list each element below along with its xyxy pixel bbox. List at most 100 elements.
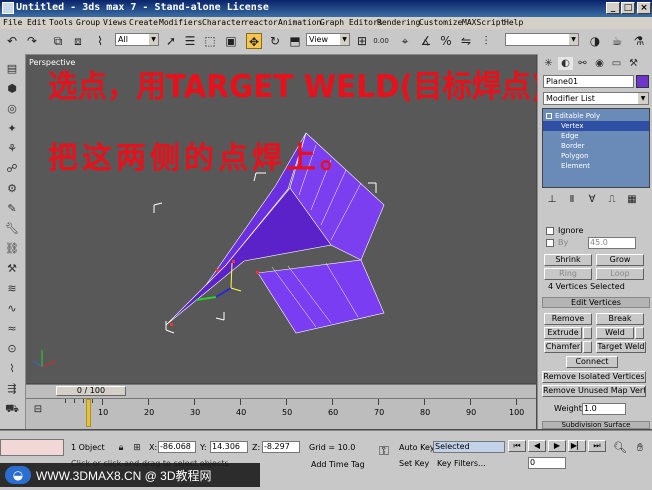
edit-vertices-rollout[interactable]: Edit Vertices: [542, 297, 650, 308]
pan-icon[interactable]: ✋︎: [632, 440, 648, 456]
subdivision-surface-rollout[interactable]: Subdivision Surface: [542, 421, 650, 429]
brush-icon[interactable]: ✎: [5, 202, 19, 216]
next-frame-button[interactable]: ▶▏: [568, 440, 586, 452]
menu-help[interactable]: Help: [504, 18, 523, 27]
ring-button[interactable]: Ring: [544, 268, 592, 280]
light-icon[interactable]: ✦: [5, 122, 19, 136]
maximize-button[interactable]: □: [621, 2, 635, 14]
maxscript-listener[interactable]: [0, 439, 64, 456]
stack-item-vertex[interactable]: Vertex: [543, 121, 649, 131]
menu-reactor[interactable]: reactor: [244, 18, 278, 27]
target-weld-button[interactable]: Target Weld: [596, 341, 646, 353]
modifier-icon[interactable]: ⚙: [5, 182, 19, 196]
ignore-backfacing-checkbox[interactable]: [546, 227, 554, 235]
connect-button[interactable]: Connect: [566, 356, 618, 368]
track-bar[interactable]: ⊟ 10 20 30 40 50 60 70 80 90 100: [26, 398, 536, 429]
menu-modifiers[interactable]: Modifiers: [159, 18, 202, 27]
auto-key-button[interactable]: Auto Key: [399, 443, 435, 452]
mirror-icon[interactable]: ⇋: [458, 33, 474, 49]
display-tab-icon[interactable]: ▭: [609, 57, 624, 70]
menu-tools[interactable]: Tools: [49, 18, 73, 27]
menu-maxscript[interactable]: MAXScript: [462, 18, 505, 27]
spinner-snap-icon[interactable]: 0.00: [373, 33, 389, 49]
key-filters-button[interactable]: Key Filters...: [437, 459, 486, 468]
selection-filter-dropdown[interactable]: All ▼: [115, 33, 159, 46]
prev-frame-button[interactable]: ◀: [528, 440, 546, 452]
display-icon[interactable]: ▤: [5, 62, 19, 76]
select-rotate-icon[interactable]: ↻: [267, 33, 283, 49]
menu-graph-editors[interactable]: Graph Editors: [320, 18, 383, 27]
geometry-icon[interactable]: ⬢: [5, 82, 19, 96]
menu-create[interactable]: Create: [129, 18, 158, 27]
chain-icon[interactable]: ⛓: [5, 242, 19, 256]
minimize-button[interactable]: _: [606, 2, 620, 14]
pivot-center-icon[interactable]: ⊞: [354, 33, 370, 49]
set-key-button[interactable]: Set Key: [399, 459, 429, 468]
camera-icon[interactable]: ⚘: [5, 142, 19, 156]
bind-spacewarp-icon[interactable]: ⌇: [92, 33, 108, 49]
utilities-tab-icon[interactable]: ⚒: [626, 57, 641, 70]
window-crossing-icon[interactable]: ▣: [223, 33, 239, 49]
modify-tab-icon[interactable]: ◐: [558, 57, 573, 70]
close-button[interactable]: ×: [637, 2, 651, 14]
wrench-icon[interactable]: 🔧︎: [5, 222, 19, 236]
lock-icon[interactable]: 🔒︎: [116, 440, 126, 456]
stack-item-editable-poly[interactable]: Editable Poly: [543, 111, 649, 121]
zoom-icon[interactable]: 🔍︎: [612, 440, 628, 456]
stack-item-border[interactable]: Border: [543, 141, 649, 151]
select-by-name-icon[interactable]: ☰: [182, 33, 198, 49]
rect-selection-icon[interactable]: ⬚: [202, 33, 218, 49]
create-tab-icon[interactable]: ✳: [541, 57, 556, 70]
x-coordinate-field[interactable]: -86.068: [158, 441, 196, 453]
weld-button[interactable]: Weld: [596, 327, 634, 339]
pin-stack-icon[interactable]: ⊥: [544, 192, 560, 208]
material-editor-icon[interactable]: ◑: [587, 33, 603, 49]
redo-icon[interactable]: ↷: [24, 33, 40, 49]
helper-icon[interactable]: ☍: [5, 162, 19, 176]
remove-modifier-icon[interactable]: ⎍: [604, 192, 620, 208]
grow-button[interactable]: Grow: [596, 254, 644, 266]
stack-item-element[interactable]: Element: [543, 161, 649, 171]
menu-edit[interactable]: Edit: [27, 18, 46, 27]
snaps-toggle-icon[interactable]: ⌖: [397, 33, 413, 49]
rope-icon[interactable]: ∿: [5, 302, 19, 316]
quick-render-icon[interactable]: ⚗: [631, 33, 647, 49]
absolute-mode-icon[interactable]: ⊞: [132, 440, 142, 456]
weight-spinner[interactable]: 1.0: [582, 403, 626, 415]
menu-views[interactable]: Views: [103, 18, 127, 27]
wind-icon[interactable]: ⇶: [5, 382, 19, 396]
weld-settings-button[interactable]: [635, 327, 644, 339]
remove-isolated-vertices-button[interactable]: Remove Isolated Vertices: [542, 371, 646, 383]
menu-character[interactable]: Character: [202, 18, 245, 27]
shrink-button[interactable]: Shrink: [544, 254, 592, 266]
bone-icon[interactable]: ⚒: [5, 262, 19, 276]
extrude-button[interactable]: Extrude: [544, 327, 582, 339]
by-angle-checkbox[interactable]: [546, 239, 554, 247]
menu-file[interactable]: File: [3, 18, 22, 27]
stack-item-edge[interactable]: Edge: [543, 131, 649, 141]
menu-animation[interactable]: Animation: [278, 18, 321, 27]
menu-group[interactable]: Group: [76, 18, 100, 27]
undo-icon[interactable]: ↶: [4, 33, 20, 49]
render-scene-icon[interactable]: ☕: [609, 33, 625, 49]
y-coordinate-field[interactable]: 14.306: [210, 441, 248, 453]
modifier-list-dropdown[interactable]: Modifier List ▼: [543, 92, 649, 105]
cloth-icon[interactable]: ≋: [5, 282, 19, 296]
play-button[interactable]: ▶: [548, 440, 566, 452]
menu-rendering[interactable]: Rendering: [377, 18, 420, 27]
named-selection-dropdown[interactable]: ▼: [505, 33, 579, 46]
current-frame-field[interactable]: 0: [528, 457, 566, 469]
key-mode-dropdown[interactable]: Selected: [433, 441, 505, 453]
motor-icon[interactable]: ⊙: [5, 342, 19, 356]
shape-icon[interactable]: ◎: [5, 102, 19, 116]
unlink-icon[interactable]: ⧈: [70, 33, 86, 49]
stack-item-polygon[interactable]: Polygon: [543, 151, 649, 161]
goto-start-button[interactable]: ⏮: [508, 440, 526, 452]
hierarchy-tab-icon[interactable]: ⚯: [575, 57, 590, 70]
select-scale-icon[interactable]: ⬒: [287, 33, 303, 49]
remove-button[interactable]: Remove: [544, 313, 592, 325]
menu-customize[interactable]: Customize: [419, 18, 462, 27]
chamfer-settings-button[interactable]: [583, 341, 592, 353]
by-angle-spinner[interactable]: 45.0: [588, 237, 636, 249]
percent-snap-icon[interactable]: %: [438, 33, 454, 49]
